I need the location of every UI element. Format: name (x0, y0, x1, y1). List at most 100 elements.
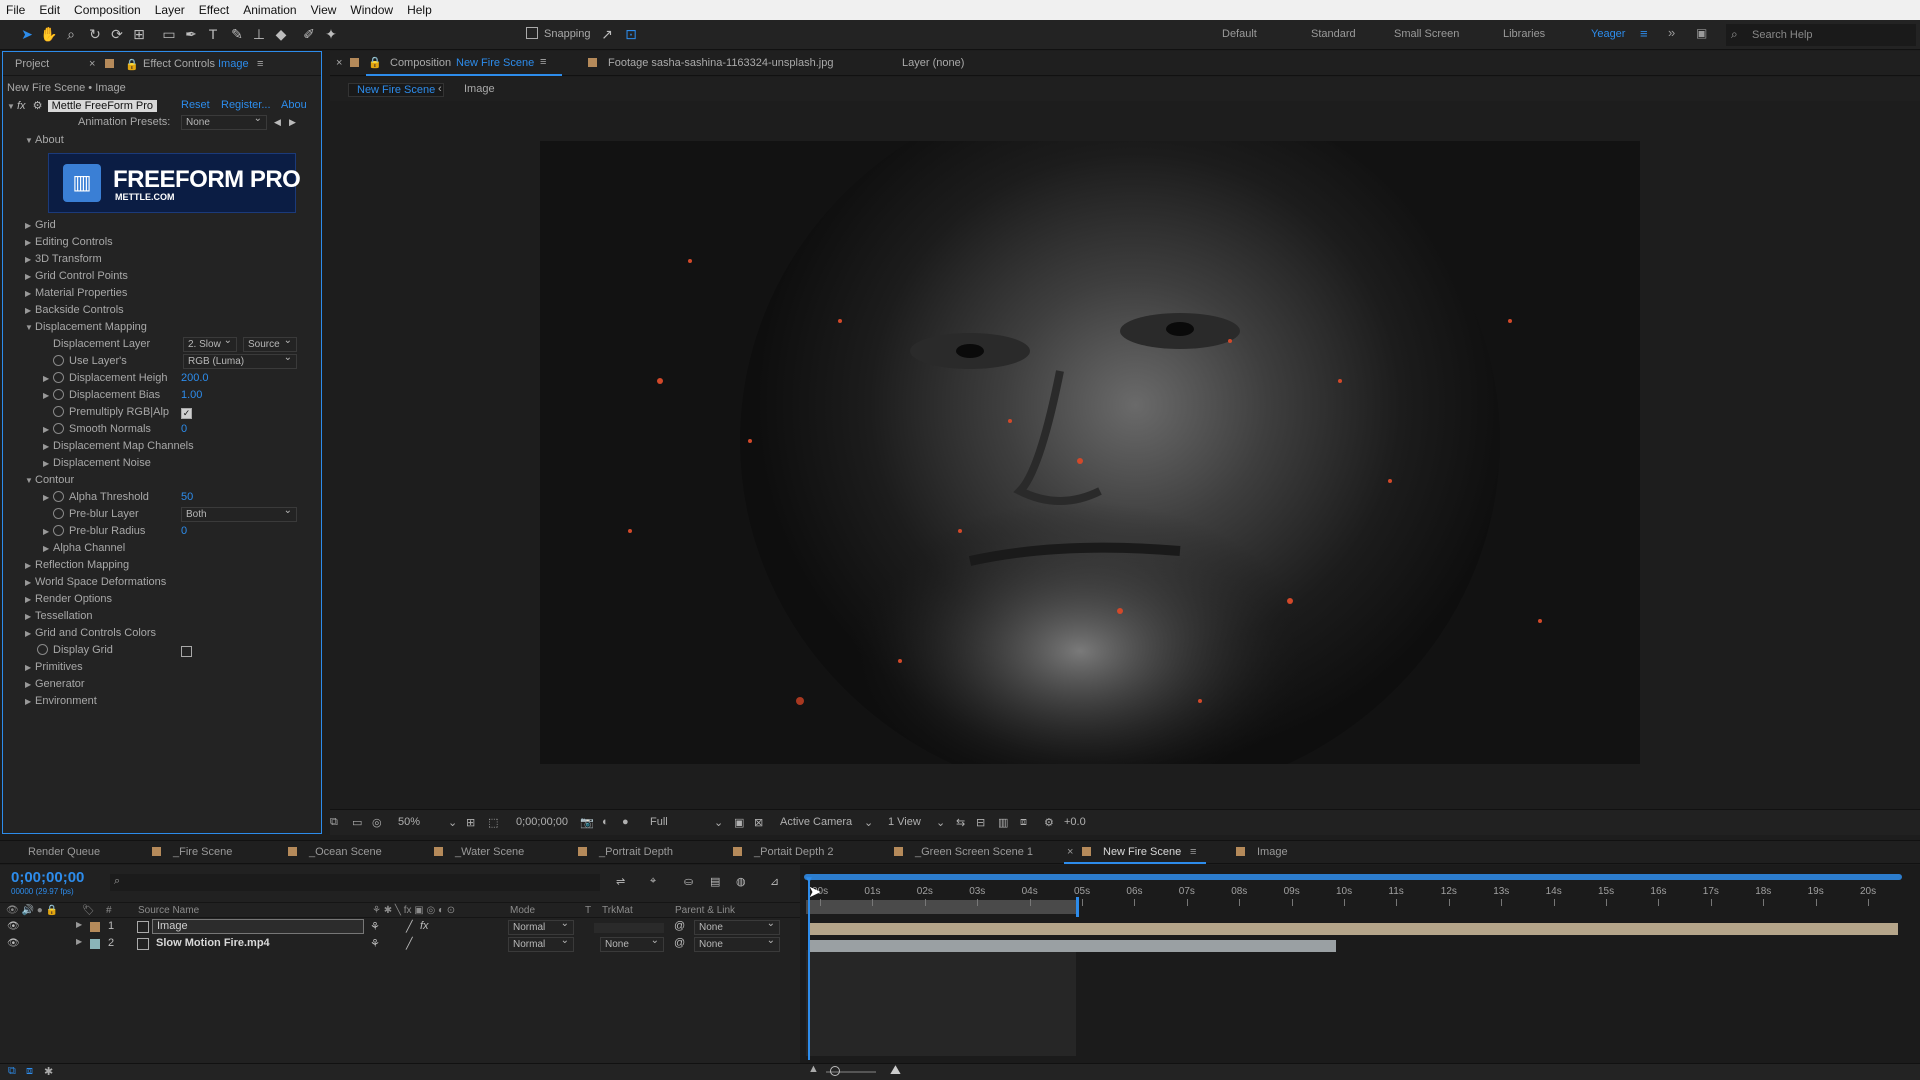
stopwatch-icon[interactable] (53, 525, 64, 536)
tab-ocean-scene[interactable]: _Ocean Scene (288, 846, 382, 858)
effect-name[interactable]: Mettle FreeForm Pro (47, 100, 158, 112)
selection-tool-icon[interactable]: ➤ (18, 25, 36, 43)
group-render-options[interactable]: ▶ Render Options (25, 593, 325, 610)
modes-toggle-icon[interactable]: ⧈ (26, 1065, 33, 1078)
workspace-libraries[interactable]: Libraries (1503, 28, 1545, 40)
stopwatch-icon[interactable] (53, 355, 64, 366)
type-tool-icon[interactable]: T (204, 25, 222, 43)
stopwatch-icon[interactable] (53, 406, 64, 417)
camera-dropdown[interactable]: Active Camera (780, 816, 852, 828)
menu-view[interactable]: View (305, 3, 345, 17)
view-layout-dropdown[interactable]: 1 View (888, 816, 921, 828)
safe-zones-icon[interactable]: ⊞ (466, 816, 475, 829)
vr-icon[interactable]: ◎ (372, 816, 382, 829)
layer-1-duration-bar[interactable] (810, 923, 1898, 935)
current-time-display[interactable]: 0;00;00;00 (516, 816, 568, 828)
zoom-slider-handle[interactable] (830, 1066, 840, 1076)
group-world-space-deformations[interactable]: ▶ World Space Deformations (25, 576, 325, 593)
eye-icon[interactable]: 👁 (7, 938, 20, 949)
shy-switch-icon[interactable]: ⚘ (370, 937, 380, 950)
menu-composition[interactable]: Composition (68, 3, 149, 17)
source-name-header[interactable]: Source Name (138, 905, 199, 916)
smooth-normals-value[interactable]: 0 (181, 423, 187, 435)
workspace-standard[interactable]: Standard (1311, 28, 1356, 40)
group-primitives[interactable]: ▶ Primitives (25, 661, 325, 678)
layer-switches-toggle-icon[interactable]: ⧉ (8, 1065, 16, 1078)
close-icon[interactable]: × (336, 57, 342, 69)
quality-switch-icon[interactable]: ╱ (406, 937, 413, 950)
tab-composition-name[interactable]: New Fire Scene (456, 57, 534, 69)
zoom-dropdown[interactable]: 50% (398, 816, 420, 828)
group-displacement-map-channels[interactable]: ▶ Displacement Map Channels (43, 440, 343, 457)
stopwatch-icon[interactable] (53, 372, 64, 383)
stopwatch-icon[interactable] (53, 423, 64, 434)
group-grid[interactable]: ▶ Grid (25, 219, 325, 236)
fx-icon[interactable]: fx (17, 100, 26, 112)
preblur-layer-dropdown[interactable]: Both (181, 505, 297, 522)
monitor-icon[interactable]: ▭ (352, 816, 362, 829)
menu-effect[interactable]: Effect (193, 3, 237, 17)
tab-fire-scene[interactable]: _Fire Scene (152, 846, 232, 858)
preblur-radius-value[interactable]: 0 (181, 525, 187, 537)
more-workspaces-icon[interactable]: » (1668, 25, 1675, 40)
group-material-properties[interactable]: ▶ Material Properties (25, 287, 325, 304)
chevron-down-icon[interactable]: ⌄ (864, 816, 873, 829)
rotate-tool-icon[interactable]: ↻ (86, 25, 104, 43)
group-generator[interactable]: ▶ Generator (25, 678, 325, 695)
resolution-dropdown[interactable]: Full (650, 816, 668, 828)
tab-new-fire-scene[interactable]: New Fire Scene (1082, 846, 1181, 858)
stopwatch-icon[interactable] (53, 491, 64, 502)
group-tessellation[interactable]: ▶ Tessellation (25, 610, 325, 627)
group-contour[interactable]: ▼ Contour (25, 474, 325, 491)
group-alpha-channel[interactable]: ▶ Alpha Channel (43, 542, 343, 559)
show-snapshot-icon[interactable]: ◐ (602, 816, 609, 828)
draft-3d-icon[interactable]: ⊟ (976, 816, 985, 829)
tab-portrait-depth[interactable]: _Portrait Depth (578, 846, 673, 858)
breadcrumb-image[interactable]: Image (464, 83, 495, 95)
always-preview-icon[interactable]: ⧉ (330, 816, 338, 829)
puppet-pin-icon[interactable]: ✦ (322, 25, 340, 43)
reset-link[interactable]: Reset (181, 99, 210, 111)
group-reflection-mapping[interactable]: ▶ Reflection Mapping (25, 559, 325, 576)
alpha-threshold-value[interactable]: 50 (181, 491, 193, 503)
roto-brush-icon[interactable]: ✐ (300, 25, 318, 43)
next-preset-icon[interactable]: ▶ (289, 117, 296, 128)
group-backside-controls[interactable]: ▶ Backside Controls (25, 304, 325, 321)
displacement-bias-value[interactable]: 1.00 (181, 389, 202, 401)
tab-render-queue[interactable]: Render Queue (28, 846, 100, 858)
layer-row-2[interactable]: 👁 ▶ 2 Slow Motion Fire.mp4 ⚘ ╱ Normal No… (0, 935, 800, 953)
render-3d-icon[interactable]: ⧈ (1020, 816, 1027, 829)
graph-editor-icon[interactable]: ⊿ (770, 875, 779, 888)
expand-triangle-icon[interactable]: ▶ (76, 937, 82, 946)
parent-dropdown[interactable]: None (694, 918, 780, 935)
rectangle-tool-icon[interactable]: ▭ (160, 25, 178, 43)
composition-mini-flowchart-icon[interactable]: ⇌ (616, 875, 625, 888)
eraser-tool-icon[interactable]: ◆ (272, 25, 290, 43)
displacement-layer-dropdown[interactable]: 2. Slow (183, 335, 237, 352)
group-3d-transform[interactable]: ▶ 3D Transform (25, 253, 325, 270)
pan-behind-icon[interactable]: ⊞ (130, 25, 148, 43)
close-icon[interactable]: × (1067, 846, 1073, 858)
hide-shy-layers-icon[interactable]: ⛀ (684, 875, 693, 888)
current-time-indicator[interactable] (808, 880, 810, 1060)
exposure-value[interactable]: +0.0 (1064, 816, 1086, 828)
shy-switch-icon[interactable]: ⚘ (370, 920, 380, 933)
group-grid-control-points[interactable]: ▶ Grid Control Points (25, 270, 325, 287)
work-area-bar[interactable] (806, 900, 1076, 914)
stopwatch-icon[interactable] (53, 389, 64, 400)
frame-blending-icon[interactable]: ▤ (710, 875, 720, 888)
pick-whip-icon[interactable]: @ (674, 920, 685, 932)
displacement-height-value[interactable]: 200.0 (181, 372, 209, 384)
snap-grid-icon[interactable]: ⊡ (622, 25, 640, 43)
zoom-in-icon[interactable]: ⛰ (890, 1062, 901, 1078)
zoom-tool-icon[interactable]: ⌕ (62, 25, 80, 43)
time-navigator-range[interactable] (804, 874, 1902, 880)
chevron-down-icon[interactable]: ⌄ (714, 816, 723, 829)
displacement-source-dropdown[interactable]: Source (243, 335, 297, 352)
group-displacement-noise[interactable]: ▶ Displacement Noise (43, 457, 343, 474)
parent-dropdown[interactable]: None (694, 935, 780, 952)
stopwatch-icon[interactable] (37, 644, 48, 655)
layer-row-1[interactable]: 👁 ▶ 1 Image ⚘ ╱ fx Normal @ None (0, 918, 800, 936)
fx-switch-icon[interactable]: fx (420, 920, 429, 932)
eye-icon[interactable]: 👁 (7, 921, 20, 932)
